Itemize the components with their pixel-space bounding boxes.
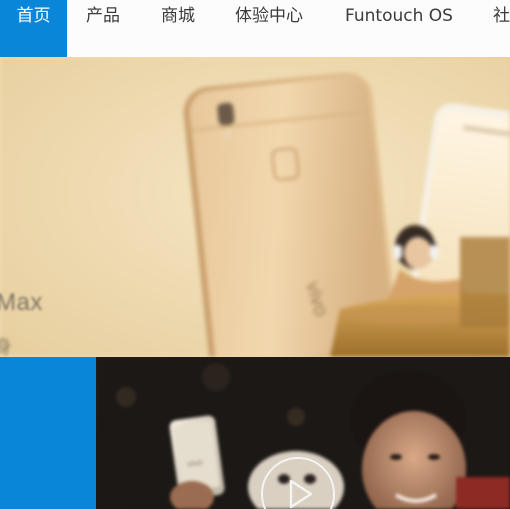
hero-caption: Max <box>0 289 43 316</box>
accent-side-block <box>0 357 96 509</box>
main-navigation: 首页 产品 商城 体验中心 Funtouch OS 社 <box>0 0 510 57</box>
nav-item-experience-center[interactable]: 体验中心 <box>235 0 303 57</box>
hero-caption-sub: 身 <box>0 337 12 357</box>
play-icon <box>289 479 313 509</box>
nav-item-funtouch-os[interactable]: Funtouch OS <box>345 0 453 57</box>
nav-item-store[interactable]: 商城 <box>161 0 195 57</box>
hero-product-image: vivo <box>0 57 510 357</box>
nav-item-products[interactable]: 产品 <box>86 0 120 57</box>
hero-banner[interactable]: vivo Max 身 <box>0 57 510 357</box>
video-panel[interactable]: vivo <box>96 357 510 509</box>
play-button[interactable] <box>261 457 335 509</box>
nav-item-home[interactable]: 首页 <box>0 0 67 57</box>
nav-item-community[interactable]: 社 <box>493 0 510 57</box>
